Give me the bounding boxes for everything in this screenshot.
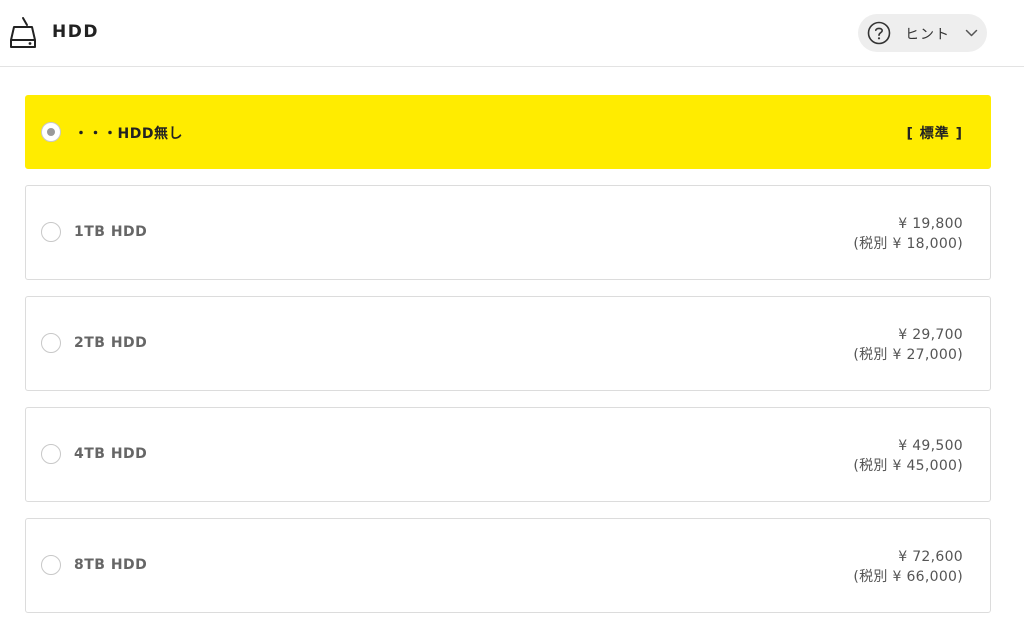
option-label: 8TB HDD [74, 557, 148, 573]
hint-button[interactable]: ヒント [858, 14, 987, 52]
price-excl-tax: (税別 ¥ 18,000) [853, 236, 963, 252]
price-incl-tax: ¥ 49,500 [898, 438, 963, 454]
hdd-option-list: ・・・HDD無し [ 標準 ] 1TB HDD ¥ 19,800 (税別 ¥ 1… [25, 95, 991, 629]
option-8tb-hdd[interactable]: 8TB HDD ¥ 72,600 (税別 ¥ 66,000) [25, 518, 991, 613]
page-title: HDD [52, 22, 99, 42]
radio-button[interactable] [41, 222, 61, 242]
radio-button[interactable] [41, 444, 61, 464]
hdd-icon [10, 17, 36, 48]
radio-button[interactable] [41, 333, 61, 353]
price-excl-tax: (税別 ¥ 66,000) [853, 569, 963, 585]
option-price: ¥ 49,500 (税別 ¥ 45,000) [853, 436, 963, 476]
option-no-hdd[interactable]: ・・・HDD無し [ 標準 ] [25, 95, 991, 169]
option-4tb-hdd[interactable]: 4TB HDD ¥ 49,500 (税別 ¥ 45,000) [25, 407, 991, 502]
option-label: 1TB HDD [74, 224, 148, 240]
radio-button[interactable] [41, 122, 61, 142]
option-2tb-hdd[interactable]: 2TB HDD ¥ 29,700 (税別 ¥ 27,000) [25, 296, 991, 391]
chevron-down-icon [965, 29, 978, 37]
hint-label: ヒント [905, 27, 950, 43]
option-price: ¥ 29,700 (税別 ¥ 27,000) [853, 325, 963, 365]
question-icon [867, 21, 891, 45]
radio-selected-dot [47, 128, 55, 136]
section-header: HDD ヒント [0, 0, 1024, 67]
option-price: ¥ 19,800 (税別 ¥ 18,000) [853, 214, 963, 254]
option-label: ・・・HDD無し [74, 126, 183, 142]
option-label: 2TB HDD [74, 335, 148, 351]
price-incl-tax: ¥ 19,800 [898, 216, 963, 232]
standard-badge: [ 標準 ] [906, 126, 963, 142]
price-excl-tax: (税別 ¥ 45,000) [853, 458, 963, 474]
price-incl-tax: ¥ 72,600 [898, 549, 963, 565]
price-incl-tax: ¥ 29,700 [898, 327, 963, 343]
radio-button[interactable] [41, 555, 61, 575]
price-excl-tax: (税別 ¥ 27,000) [853, 347, 963, 363]
option-price: ¥ 72,600 (税別 ¥ 66,000) [853, 547, 963, 587]
option-label: 4TB HDD [74, 446, 148, 462]
option-1tb-hdd[interactable]: 1TB HDD ¥ 19,800 (税別 ¥ 18,000) [25, 185, 991, 280]
